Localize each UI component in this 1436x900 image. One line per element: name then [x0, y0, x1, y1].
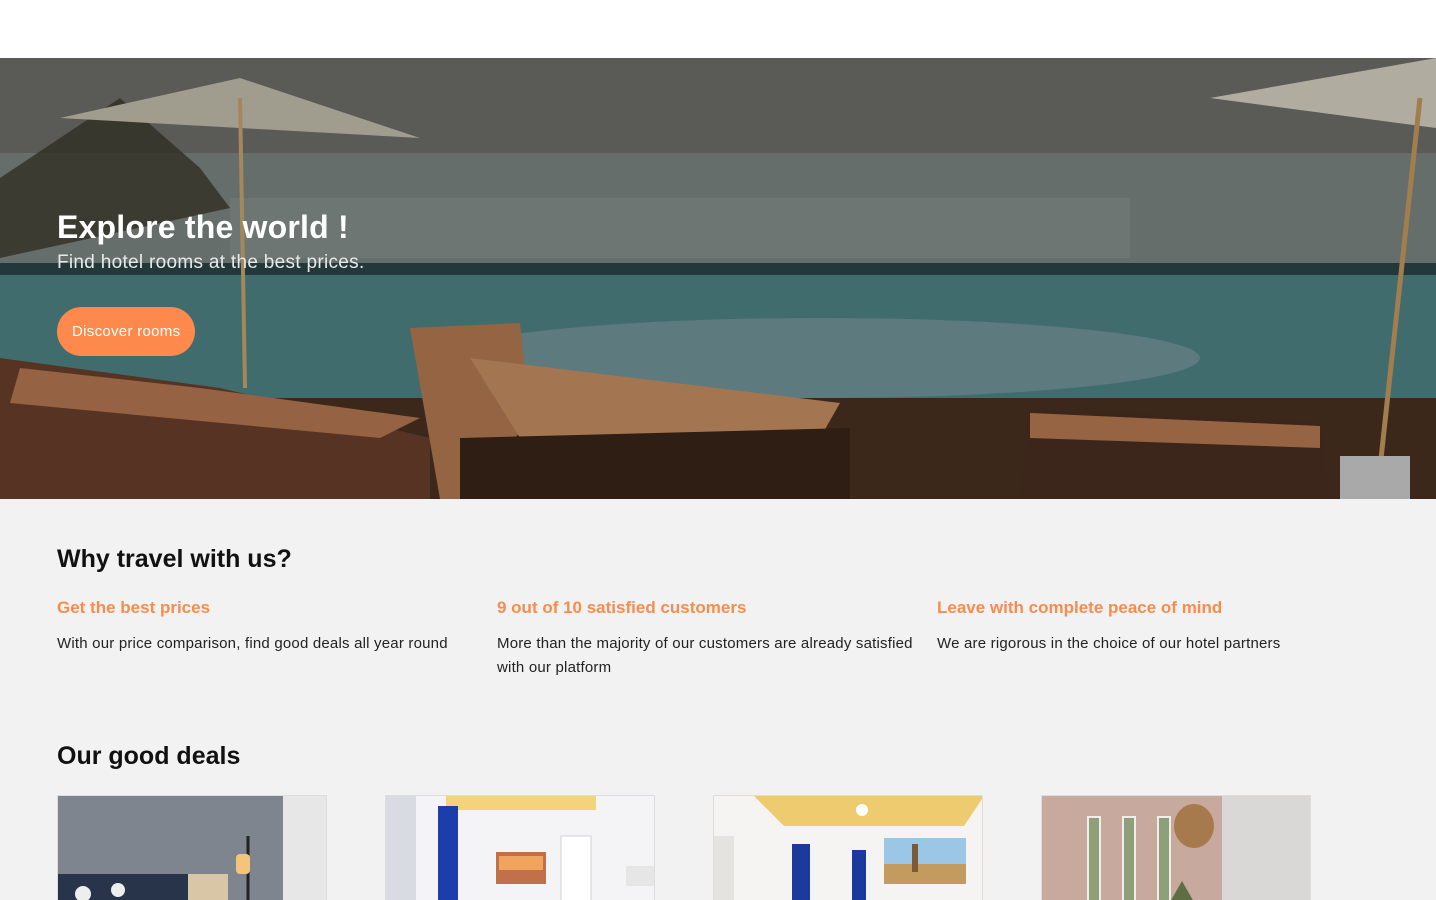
- deal-card[interactable]: [57, 795, 327, 900]
- good-deals-title: Our good deals: [57, 742, 241, 770]
- hero-subtitle: Find hotel rooms at the best prices.: [57, 252, 365, 273]
- deal-card[interactable]: [1041, 795, 1311, 900]
- deal-card[interactable]: [385, 795, 655, 900]
- feature-text: We are rigorous in the choice of our hot…: [937, 635, 1281, 652]
- feature-item: Leave with complete peace of mind We are…: [937, 598, 1377, 680]
- feature-title: 9 out of 10 satisfied customers: [497, 598, 747, 617]
- hero-banner: Explore the world ! Find hotel rooms at …: [0, 58, 1436, 499]
- top-navigation-bar: [0, 0, 1436, 58]
- feature-title: Leave with complete peace of mind: [937, 598, 1223, 617]
- features-list: Get the best prices With our price compa…: [57, 598, 1379, 680]
- deal-card[interactable]: [713, 795, 983, 900]
- deals-card-list: [57, 795, 1379, 900]
- why-travel-title: Why travel with us?: [57, 545, 292, 573]
- hero-title: Explore the world !: [57, 209, 349, 245]
- why-travel-section: Why travel with us? Get the best prices …: [0, 499, 1436, 680]
- feature-text: With our price comparison, find good dea…: [57, 635, 448, 652]
- feature-text: More than the majority of our customers …: [497, 635, 913, 676]
- discover-rooms-button[interactable]: Discover rooms: [57, 307, 196, 356]
- bedroom-lamp-photo: [58, 796, 326, 900]
- room-blue-curtains-photo: [386, 796, 654, 900]
- hero-content: Explore the world ! Find hotel rooms at …: [57, 204, 365, 356]
- room-plant-window-photo: [1042, 796, 1310, 900]
- room-london-painting-photo: [714, 796, 982, 900]
- feature-title: Get the best prices: [57, 598, 211, 617]
- feature-item: Get the best prices With our price compa…: [57, 598, 497, 680]
- good-deals-section: Our good deals: [0, 680, 1436, 900]
- feature-item: 9 out of 10 satisfied customers More tha…: [497, 598, 937, 680]
